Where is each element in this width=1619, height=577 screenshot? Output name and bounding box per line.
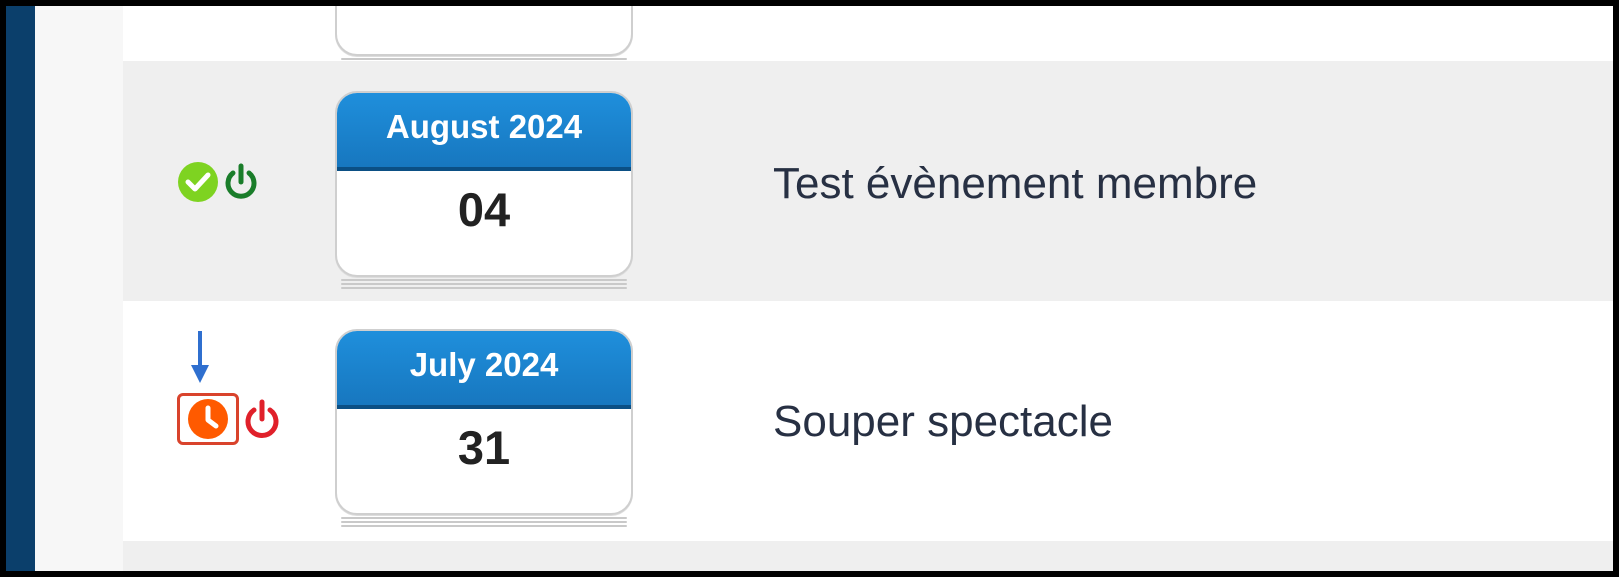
clock-icon[interactable]: [187, 398, 229, 440]
calendar-day: 31: [457, 421, 511, 474]
list-item[interactable]: July 2024 31 Souper spectacle: [123, 301, 1613, 541]
calendar-month: July 2024: [337, 331, 631, 409]
calendar-month: August 2024: [337, 93, 631, 171]
event-title[interactable]: Souper spectacle: [773, 397, 1113, 447]
calendar-day: 04: [457, 183, 511, 236]
sidebar-gutter: [35, 6, 123, 571]
calendar-badge: August 2024 04: [335, 91, 635, 291]
check-circle-icon[interactable]: [177, 161, 219, 203]
list-item[interactable]: [123, 6, 1613, 68]
status-icons: [177, 393, 283, 445]
list-item[interactable]: [123, 541, 1613, 571]
left-sidebar: [6, 6, 35, 571]
power-icon[interactable]: [241, 398, 283, 440]
events-list: August 2024 04 Test évènement membre Jul…: [123, 6, 1613, 571]
down-arrow-icon: [189, 331, 211, 388]
power-icon[interactable]: [221, 162, 261, 202]
list-item[interactable]: August 2024 04 Test évènement membre: [123, 61, 1613, 301]
clock-icon-highlight: [177, 393, 239, 445]
calendar-badge: July 2024 31: [335, 329, 635, 529]
status-icons: [177, 161, 261, 203]
event-title[interactable]: Test évènement membre: [773, 159, 1257, 209]
app-frame: August 2024 04 Test évènement membre Jul…: [6, 6, 1613, 571]
